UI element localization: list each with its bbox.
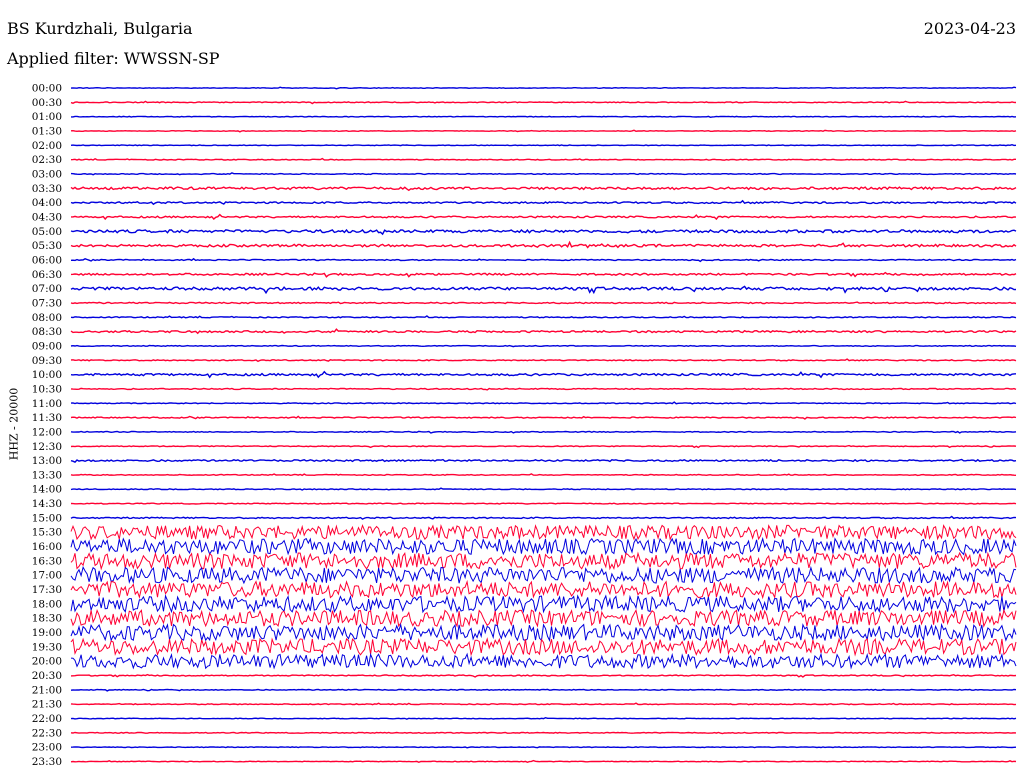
tick-label-group: 00:00 00:30 01:00 01:30 02:00 02:30 03:00 03:30… xyxy=(32,83,62,769)
tick-label: 16:30 xyxy=(32,555,62,567)
tick-label: 12:00 xyxy=(32,426,62,438)
trace-line xyxy=(70,637,1017,657)
tick-label: 06:30 xyxy=(32,269,62,281)
tick-label: 14:30 xyxy=(32,498,62,510)
tick-label: 23:00 xyxy=(32,742,62,754)
trace-line xyxy=(70,358,1017,363)
tick-label: 18:00 xyxy=(32,598,62,610)
tick-label: 00:30 xyxy=(32,97,62,109)
trace-line xyxy=(70,240,1017,249)
trace-line xyxy=(70,565,1017,585)
tick-label: 08:00 xyxy=(32,312,62,324)
tick-label: 07:30 xyxy=(32,297,62,309)
tick-label: 13:30 xyxy=(32,469,62,481)
tick-label: 16:00 xyxy=(32,541,62,553)
tick-label: 11:00 xyxy=(32,398,62,410)
trace-line xyxy=(70,688,1017,692)
trace-line xyxy=(71,213,1017,221)
tick-label: 19:00 xyxy=(32,627,62,639)
tick-label: 17:30 xyxy=(32,584,62,596)
tick-label: 15:30 xyxy=(32,527,62,539)
trace-line xyxy=(70,502,1017,505)
trace-line xyxy=(70,172,1017,176)
tick-label: 00:00 xyxy=(32,83,62,95)
trace-line xyxy=(70,401,1017,405)
trace-line xyxy=(70,731,1017,735)
tick-label: 11:30 xyxy=(32,412,62,424)
tick-label: 04:30 xyxy=(32,211,62,223)
tick-label: 14:00 xyxy=(32,484,62,496)
tick-label: 23:30 xyxy=(32,756,62,768)
trace-group xyxy=(70,86,1017,764)
trace-line xyxy=(70,285,1017,295)
tick-label: 21:30 xyxy=(32,699,62,711)
tick-label: 02:00 xyxy=(32,140,62,152)
tick-label: 20:00 xyxy=(32,656,62,668)
trace-line xyxy=(70,759,1017,764)
trace-line xyxy=(70,622,1017,643)
trace-line xyxy=(70,143,1017,147)
tick-label: 01:30 xyxy=(32,125,62,137)
tick-label: 01:00 xyxy=(32,111,62,123)
helicorder-plot: 00:00 00:30 01:00 01:30 02:00 02:30 03:00 03:30… xyxy=(32,83,1017,769)
tick-label: 05:30 xyxy=(32,240,62,252)
trace-line xyxy=(70,536,1017,556)
tick-label: 20:30 xyxy=(32,670,62,682)
trace-line xyxy=(70,551,1017,571)
trace-line xyxy=(70,387,1017,391)
trace-line xyxy=(70,199,1017,206)
trace-line xyxy=(71,115,1017,119)
tick-label: 18:30 xyxy=(32,613,62,625)
trace-line xyxy=(70,415,1017,420)
tick-label: 22:00 xyxy=(32,713,62,725)
trace-line xyxy=(70,370,1017,379)
trace-line xyxy=(70,271,1017,278)
tick-label: 09:30 xyxy=(32,355,62,367)
tick-label: 12:30 xyxy=(32,441,62,453)
tick-label: 04:00 xyxy=(32,197,62,209)
trace-line xyxy=(70,301,1017,305)
trace-line xyxy=(70,524,1017,541)
trace-line xyxy=(70,186,1017,192)
trace-line xyxy=(70,344,1017,348)
trace-line xyxy=(70,86,1017,90)
tick-label: 08:30 xyxy=(32,326,62,338)
tick-label: 22:30 xyxy=(32,727,62,739)
tick-label: 17:00 xyxy=(32,570,62,582)
trace-line xyxy=(70,487,1017,491)
tick-label: 03:00 xyxy=(32,168,62,180)
trace-line xyxy=(70,579,1017,600)
trace-line xyxy=(70,673,1017,678)
tick-label: 09:00 xyxy=(32,340,62,352)
trace-line xyxy=(70,515,1017,520)
trace-line xyxy=(70,652,1017,670)
tick-label: 19:30 xyxy=(32,641,62,653)
tick-label: 03:30 xyxy=(32,183,62,195)
trace-line xyxy=(70,157,1016,161)
trace-line xyxy=(70,228,1017,236)
trace-line xyxy=(70,315,1017,319)
trace-line xyxy=(70,257,1017,263)
tick-label: 21:00 xyxy=(32,684,62,696)
trace-line xyxy=(70,716,1017,720)
trace-line xyxy=(70,594,1017,614)
trace-line xyxy=(70,746,1017,749)
tick-label: 10:30 xyxy=(32,383,62,395)
trace-line xyxy=(70,430,1017,434)
tick-label: 07:00 xyxy=(32,283,62,295)
trace-line xyxy=(70,444,1017,449)
tick-label: 02:30 xyxy=(32,154,62,166)
trace-line xyxy=(70,328,1017,335)
trace-line xyxy=(70,473,1017,477)
tick-label: 05:00 xyxy=(32,226,62,238)
tick-label: 10:00 xyxy=(32,369,62,381)
trace-line xyxy=(70,702,1017,706)
trace-line xyxy=(70,100,1017,105)
tick-label: 13:00 xyxy=(32,455,62,467)
tick-label: 15:00 xyxy=(32,512,62,524)
trace-line xyxy=(70,129,1017,133)
tick-label: 06:00 xyxy=(32,254,62,266)
trace-line xyxy=(70,458,1017,463)
